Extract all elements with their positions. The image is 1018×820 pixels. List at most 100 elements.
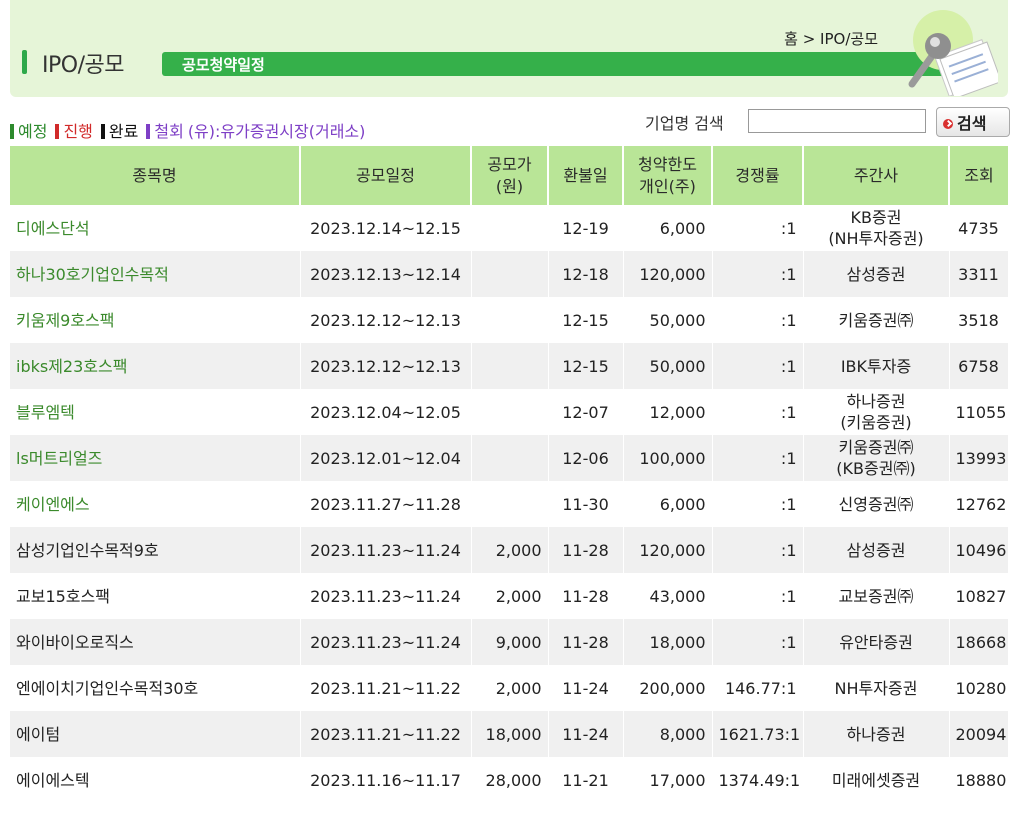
cell-limit: 8,000 [623, 711, 713, 757]
cell-ratio: 1621.73:1 [712, 711, 804, 757]
cell-refund: 11-21 [548, 757, 624, 803]
page-title: IPO/공모 [42, 53, 124, 78]
cell-ratio: :1 [712, 435, 804, 481]
header-refund: 환불일 [548, 146, 624, 205]
legend-swatch [55, 124, 60, 139]
company-name-link[interactable]: 에이텀 [10, 711, 301, 757]
header-limit: 청약한도 개인(주) [623, 146, 713, 205]
search-arrow-icon [943, 119, 953, 129]
table-row[interactable]: 하나30호기업인수목적 2023.12.13~12.14 12-18 120,000:… [10, 251, 1009, 297]
cell-views: 13993 [949, 435, 1009, 481]
cell-limit: 50,000 [623, 297, 713, 343]
search-label: 기업명 검색 [645, 114, 724, 133]
cell-schedule: 2023.11.21~11.22 [300, 665, 472, 711]
cell-refund: 12-19 [548, 205, 624, 251]
cell-price: 18,000 [471, 711, 549, 757]
cell-views: 10280 [949, 665, 1009, 711]
table-row[interactable]: ibks제23호스팩 2023.12.12~12.13 12-15 50,000:1 I… [10, 343, 1009, 389]
cell-schedule: 2023.11.23~11.24 [300, 619, 472, 665]
cell-price [471, 251, 549, 297]
legend-swatch [100, 124, 105, 139]
legend-note: (유):유가증권시장(거래소) [187, 122, 366, 141]
header-schedule: 공모일정 [300, 146, 472, 205]
cell-limit: 6,000 [623, 205, 713, 251]
company-name-link[interactable]: 와이바이오로직스 [10, 619, 301, 665]
cell-refund: 11-30 [548, 481, 624, 527]
cell-price: 2,000 [471, 665, 549, 711]
microphone-paper-icon [908, 10, 998, 96]
cell-views: 10496 [949, 527, 1009, 573]
table-row[interactable]: ls머트리얼즈 2023.12.01~12.04 12-06 100,000:1 키움증… [10, 435, 1009, 481]
header-price: 공모가 (원) [471, 146, 549, 205]
company-name-link[interactable]: 하나30호기업인수목적 [10, 251, 301, 297]
cell-views: 11055 [949, 389, 1009, 435]
cell-ratio: :1 [712, 573, 804, 619]
company-name-link[interactable]: 케이엔에스 [10, 481, 301, 527]
cell-ratio: :1 [712, 251, 804, 297]
cell-schedule: 2023.12.13~12.14 [300, 251, 472, 297]
cell-schedule: 2023.11.27~11.28 [300, 481, 472, 527]
legend-label: 완료 [108, 122, 139, 141]
cell-ratio: 1374.49:1 [712, 757, 804, 803]
table-row[interactable]: 삼성기업인수목적9호 2023.11.23~11.24 2,000 11-28 120,… [10, 527, 1009, 573]
cell-ratio: :1 [712, 343, 804, 389]
table-row[interactable]: 에이텀 2023.11.21~11.22 18,000 11-24 8,000 1621.… [10, 711, 1009, 757]
cell-limit: 18,000 [623, 619, 713, 665]
cell-underwriter: 하나증권 [803, 711, 950, 757]
table-row[interactable]: 블루엠텍 2023.12.04~12.05 12-07 12,000:1 하나증권 (키… [10, 389, 1009, 435]
company-name-link[interactable]: ls머트리얼즈 [10, 435, 301, 481]
company-name-link[interactable]: 블루엠텍 [10, 389, 301, 435]
table-row[interactable]: 엔에이치기업인수목적30호 2023.11.21~11.22 2,000 11-24 2… [10, 665, 1009, 711]
header-name: 종목명 [10, 146, 301, 205]
cell-schedule: 2023.12.04~12.05 [300, 389, 472, 435]
title-bar-marker [22, 50, 27, 74]
search-button[interactable]: 검색 [936, 107, 1010, 137]
cell-underwriter: KB증권 (NH투자증권) [803, 205, 950, 251]
cell-schedule: 2023.11.21~11.22 [300, 711, 472, 757]
legend-item-scheduled: 예정 [10, 122, 47, 141]
company-search-input[interactable] [748, 109, 926, 133]
cell-schedule: 2023.11.23~11.24 [300, 573, 472, 619]
table-row[interactable]: 키움제9호스팩 2023.12.12~12.13 12-15 50,000:1 키움증권… [10, 297, 1009, 343]
status-legend: 예정 진행 완료 철회 (유):유가증권시장(거래소) [10, 118, 365, 142]
legend-item-complete: 완료 [100, 122, 139, 141]
cell-underwriter: IBK투자증 [803, 343, 950, 389]
company-name-link[interactable]: 교보15호스팩 [10, 573, 301, 619]
table-row[interactable]: 와이바이오로직스 2023.11.23~11.24 9,000 11-28 18,000… [10, 619, 1009, 665]
company-name-link[interactable]: 키움제9호스팩 [10, 297, 301, 343]
table-row[interactable]: 교보15호스팩 2023.11.23~11.24 2,000 11-28 43,000:… [10, 573, 1009, 619]
page-subtitle: 공모청약일정 [182, 56, 265, 74]
cell-schedule: 2023.12.12~12.13 [300, 297, 472, 343]
company-name-link[interactable]: 엔에이치기업인수목적30호 [10, 665, 301, 711]
cell-schedule: 2023.11.16~11.17 [300, 757, 472, 803]
company-name-link[interactable]: 삼성기업인수목적9호 [10, 527, 301, 573]
cell-refund: 12-15 [548, 297, 624, 343]
cell-schedule: 2023.12.12~12.13 [300, 343, 472, 389]
cell-underwriter: 신영증권㈜ [803, 481, 950, 527]
cell-limit: 17,000 [623, 757, 713, 803]
cell-limit: 12,000 [623, 389, 713, 435]
header-ratio: 경쟁률 [712, 146, 804, 205]
cell-ratio: 146.77:1 [712, 665, 804, 711]
cell-ratio: :1 [712, 205, 804, 251]
table-header-row: 종목명 공모일정 공모가 (원) 환불일 청약한도 개인(주) 경쟁률 주간사 조회 [10, 146, 1008, 205]
subtitle-bar [162, 52, 942, 76]
cell-refund: 11-24 [548, 711, 624, 757]
header-underwriter: 주간사 [803, 146, 950, 205]
table-row[interactable]: 디에스단석 2023.12.14~12.15 12-19 6,000:1 KB증권 (N… [10, 205, 1009, 251]
legend-swatch [146, 124, 151, 139]
cell-price [471, 343, 549, 389]
company-name-link[interactable]: 디에스단석 [10, 205, 301, 251]
table-row[interactable]: 케이엔에스 2023.11.27~11.28 11-30 6,000:1 신영증권㈜ 12… [10, 481, 1009, 527]
cell-limit: 6,000 [623, 481, 713, 527]
cell-limit: 200,000 [623, 665, 713, 711]
company-name-link[interactable]: ibks제23호스팩 [10, 343, 301, 389]
legend-item-in-progress: 진행 [55, 122, 93, 141]
company-name-link[interactable]: 에이에스텍 [10, 757, 301, 803]
cell-refund: 12-15 [548, 343, 624, 389]
cell-views: 10827 [949, 573, 1009, 619]
table-row[interactable]: 에이에스텍 2023.11.16~11.17 28,000 11-21 17,000 13… [10, 757, 1009, 803]
cell-refund: 11-28 [548, 527, 624, 573]
legend-label: 철회 [154, 122, 184, 141]
legend-label: 진행 [63, 122, 93, 141]
